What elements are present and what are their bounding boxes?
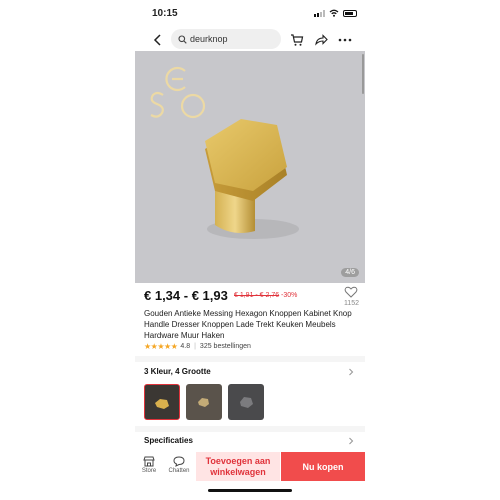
- bottom-action-bar: Store Chatten Toevoegen aan winkelwagen …: [135, 451, 365, 481]
- section-divider: [135, 356, 365, 362]
- status-bar: 10:15: [135, 0, 365, 26]
- share-icon[interactable]: [313, 32, 329, 48]
- rating-score: 4.8: [180, 342, 191, 350]
- chevron-right-icon[interactable]: [347, 368, 355, 376]
- variant-option[interactable]: [144, 384, 180, 420]
- status-time: 10:15: [152, 8, 178, 19]
- variants-heading[interactable]: 3 Kleur, 4 Grootte: [144, 367, 211, 376]
- variant-knob-image: [155, 399, 169, 409]
- specs-heading[interactable]: Specificaties: [144, 436, 193, 445]
- store-icon: [143, 456, 155, 467]
- discount-badge: -30%: [281, 292, 298, 299]
- chevron-right-icon[interactable]: [347, 437, 355, 445]
- home-indicator[interactable]: [208, 489, 292, 492]
- buy-now-button[interactable]: Nu kopen: [281, 452, 365, 481]
- search-query: deurknop: [190, 34, 228, 44]
- variant-option[interactable]: [228, 384, 264, 420]
- search-icon: [178, 34, 187, 44]
- store-tab[interactable]: Store: [137, 456, 161, 474]
- favorites-count: 1152: [343, 300, 359, 307]
- battery-icon: [343, 9, 357, 17]
- section-divider: [135, 426, 365, 432]
- more-icon[interactable]: [337, 32, 353, 48]
- variant-knob-image: [240, 397, 253, 408]
- top-nav: deurknop: [135, 29, 365, 51]
- hexagon-knob: [205, 119, 299, 239]
- signal-icon: [314, 9, 325, 17]
- heart-icon[interactable]: [344, 285, 358, 299]
- star-rating-icon: ★★★★★: [144, 341, 178, 351]
- chat-label: Chatten: [168, 468, 190, 474]
- wifi-icon: [329, 9, 339, 17]
- image-counter: 4/6: [341, 268, 359, 277]
- variant-knob-image: [198, 398, 209, 407]
- original-price: € 1,91 - € 2,76: [234, 292, 280, 299]
- back-arrow-icon[interactable]: [151, 33, 165, 47]
- variant-thumbnails: [144, 384, 264, 420]
- chat-tab[interactable]: Chatten: [167, 456, 191, 474]
- cart-icon[interactable]: [289, 32, 305, 48]
- add-to-cart-button[interactable]: Toevoegen aan winkelwagen: [196, 452, 280, 481]
- rating-separator: |: [194, 342, 196, 350]
- product-price: € 1,34 - € 1,93: [144, 288, 228, 303]
- product-page: 10:15 deurknop 4/6 € 1,34 - € 1,93 € 1,9…: [135, 0, 365, 500]
- product-title: Gouden Antieke Messing Hexagon Knoppen K…: [144, 309, 352, 340]
- gallery-scrollbar[interactable]: [362, 54, 364, 94]
- chat-icon: [173, 456, 185, 467]
- rating-row[interactable]: ★★★★★ 4.8 | 325 bestellingen: [144, 341, 251, 351]
- store-label: Store: [141, 468, 157, 474]
- orders-count: 325 bestellingen: [199, 342, 251, 350]
- status-icons: [314, 9, 357, 17]
- variant-option[interactable]: [186, 384, 222, 420]
- search-input[interactable]: deurknop: [171, 29, 281, 49]
- product-image[interactable]: 4/6: [135, 51, 365, 283]
- price-row: € 1,34 - € 1,93 € 1,91 - € 2,76 -30% 115…: [144, 285, 359, 307]
